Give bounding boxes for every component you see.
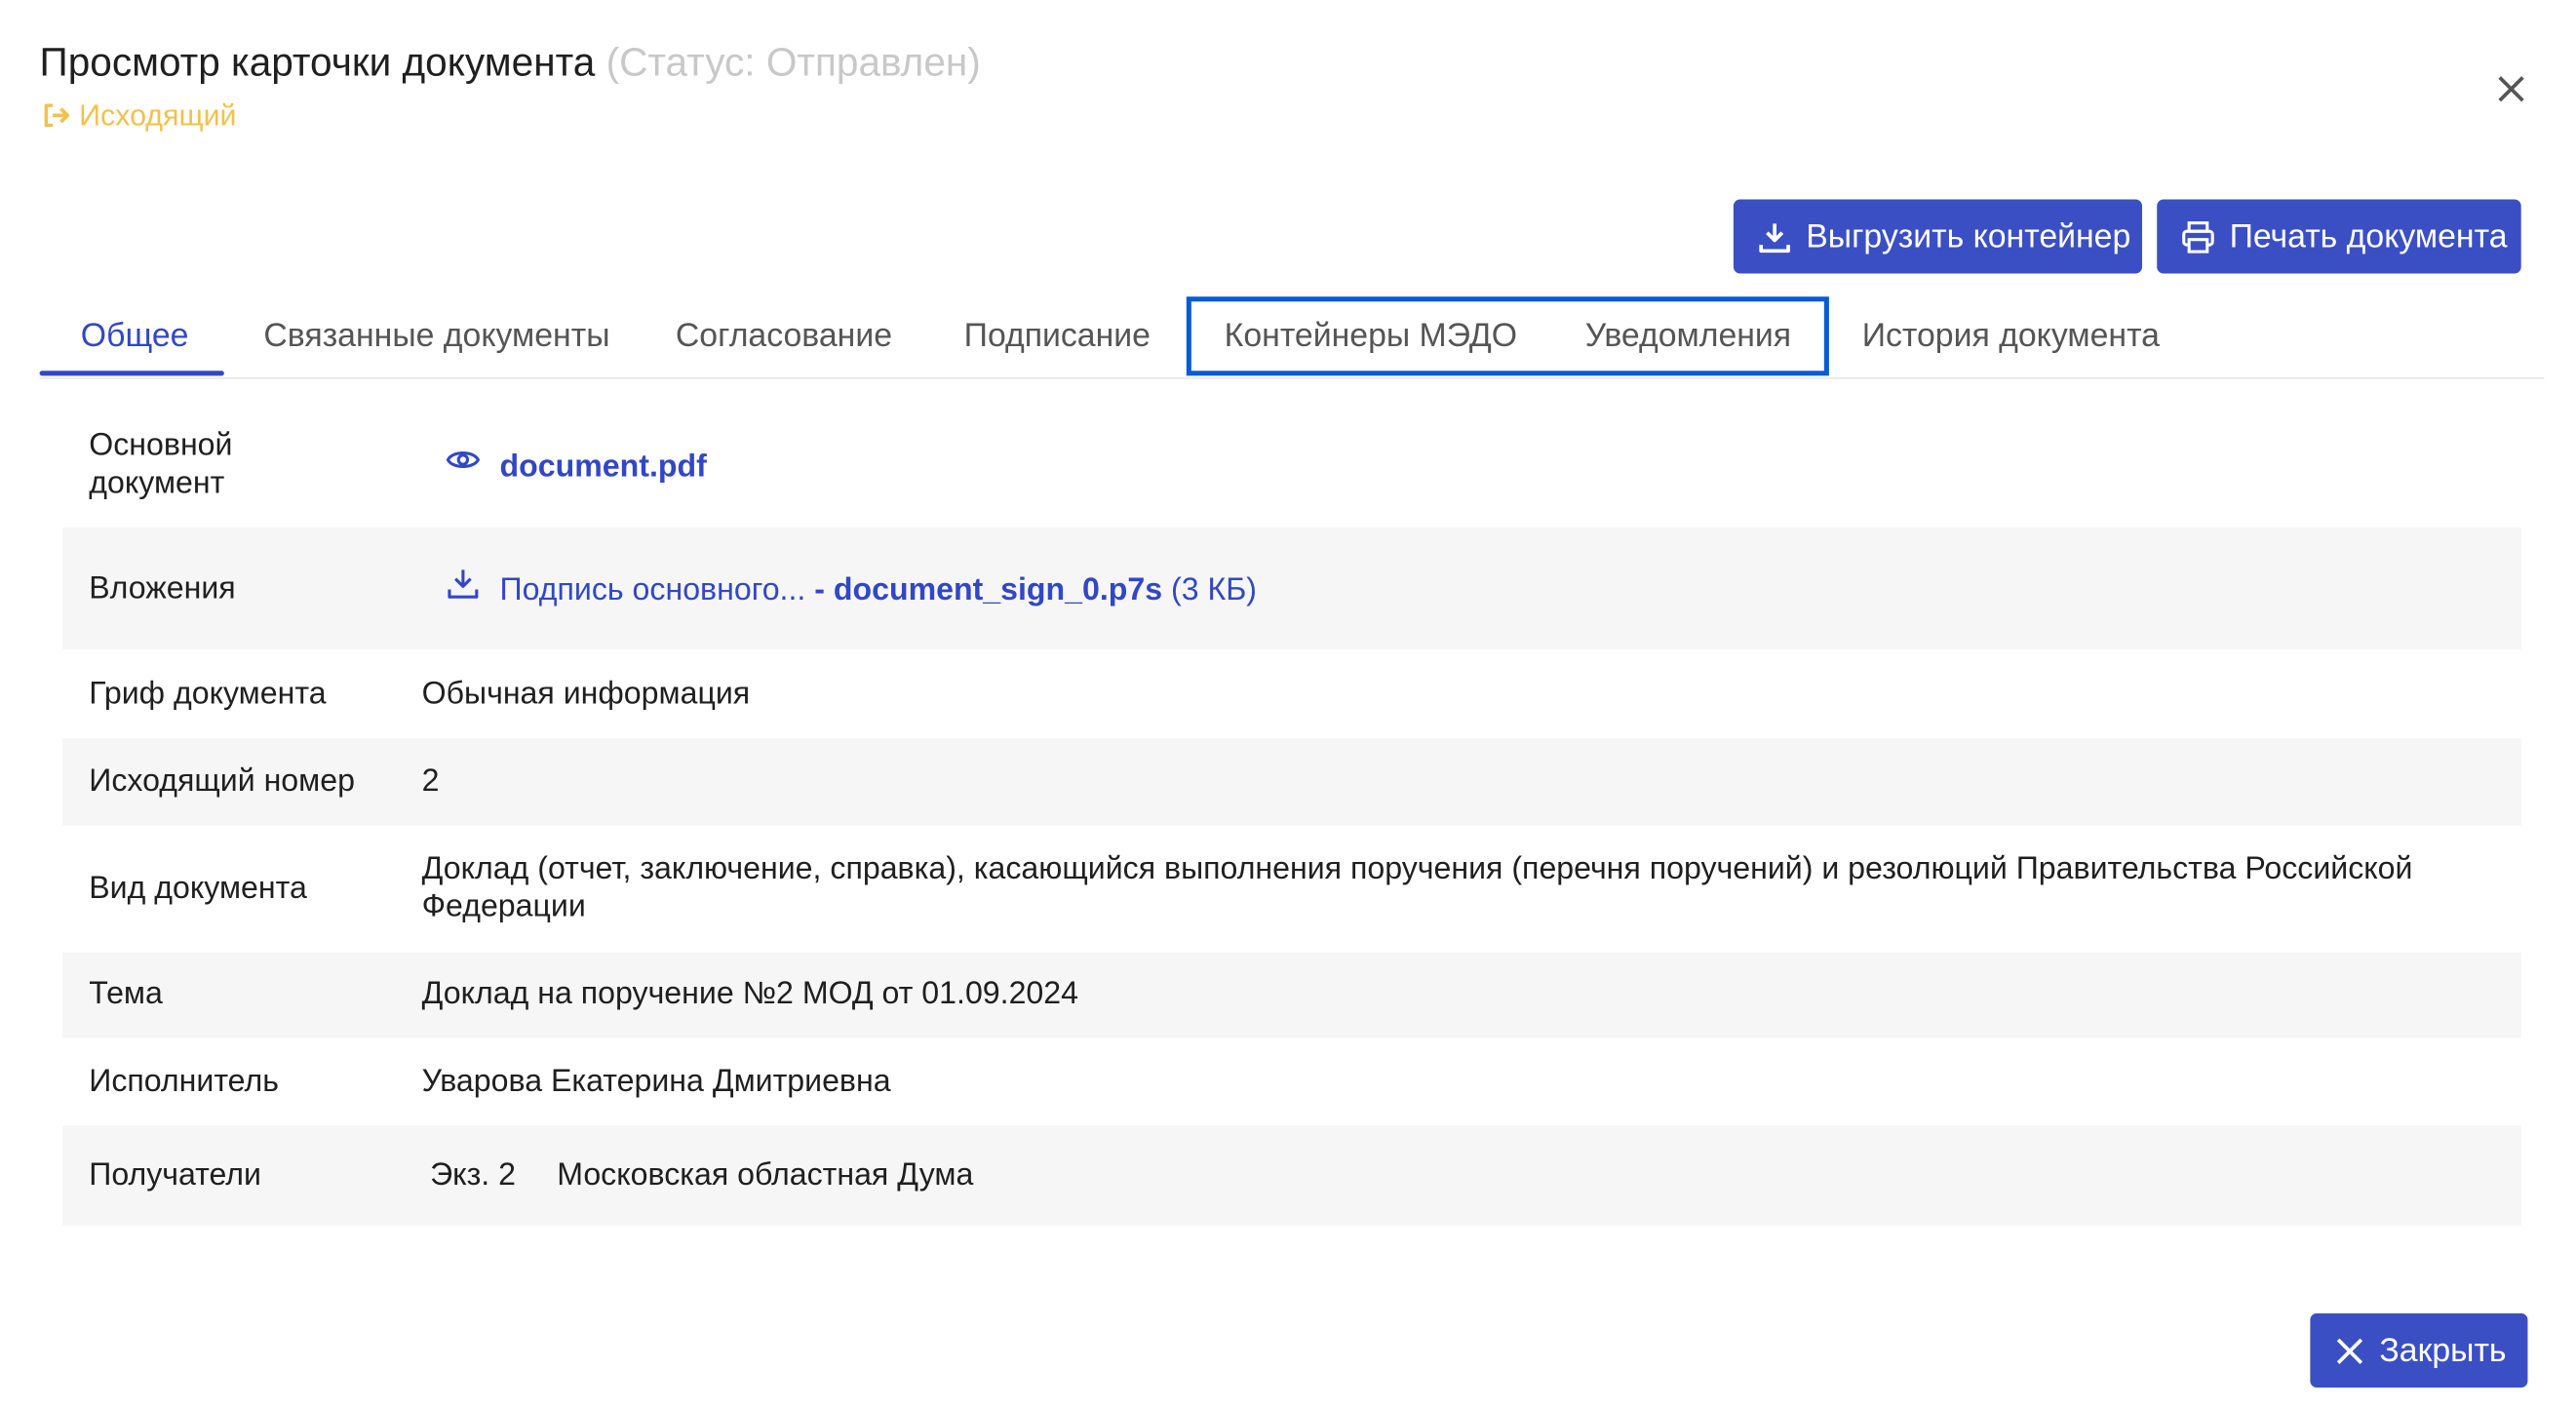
download-icon xyxy=(1757,218,1793,254)
row-executor: Исполнитель Уварова Екатерина Дмитриевна xyxy=(62,1038,2520,1126)
tab-notifications[interactable]: Уведомления xyxy=(1585,306,1791,372)
field-label: Вложения xyxy=(89,571,236,607)
tabs-divider xyxy=(39,377,2545,379)
export-container-label: Выгрузить контейнер xyxy=(1806,217,2131,255)
tab-signing[interactable]: Подписание xyxy=(964,306,1151,372)
tab-medo-containers[interactable]: Контейнеры МЭДО xyxy=(1225,306,1517,372)
field-label: Гриф документа xyxy=(89,677,327,713)
modal-title: Просмотр карточки документа (Статус: Отп… xyxy=(40,38,981,91)
close-icon[interactable] xyxy=(2490,67,2533,110)
attachment-prefix: Подпись основного... xyxy=(499,573,806,608)
executor-value: Уварова Екатерина Дмитриевна xyxy=(421,1064,891,1100)
main-document-filename: document.pdf xyxy=(499,450,707,485)
main-document-link[interactable]: document.pdf xyxy=(445,445,707,490)
document-type-value: Доклад (отчет, заключение, справка), кас… xyxy=(421,851,2413,925)
row-outgoing-number: Исходящий номер 2 xyxy=(62,738,2521,826)
tab-approval[interactable]: Согласование xyxy=(676,306,892,372)
row-subject: Тема Доклад на поручение №2 МОД от 01.09… xyxy=(62,952,2521,1038)
field-label: Исходящий номер xyxy=(89,764,355,800)
close-button-label: Закрыть xyxy=(2379,1332,2507,1369)
print-document-button[interactable]: Печать документа xyxy=(2157,199,2521,274)
field-label: Вид документа xyxy=(89,872,307,907)
row-classification: Гриф документа Обычная информация xyxy=(62,649,2520,738)
printer-icon xyxy=(2180,218,2216,254)
field-label: Получатели xyxy=(89,1158,261,1194)
recipient-name: Московская областная Дума xyxy=(557,1158,974,1194)
classification-value: Обычная информация xyxy=(421,677,751,713)
attachment-filename: - document_sign_0.p7s xyxy=(814,573,1163,608)
subject-value: Доклад на поручение №2 МОД от 01.09.2024 xyxy=(421,977,1079,1012)
field-label: Основной документ xyxy=(89,428,233,501)
modal-title-text: Просмотр карточки документа xyxy=(39,41,596,86)
export-container-button[interactable]: Выгрузить контейнер xyxy=(1733,199,2142,274)
close-button[interactable]: Закрыть xyxy=(2310,1312,2528,1388)
document-card-modal: Просмотр карточки документа (Статус: Отп… xyxy=(0,0,2570,1409)
field-label: Тема xyxy=(89,977,163,1012)
row-document-type: Вид документа Доклад (отчет, заключение,… xyxy=(62,826,2520,953)
close-icon xyxy=(2333,1334,2366,1367)
tab-general[interactable]: Общее xyxy=(81,306,189,372)
direction-indicator: Исходящий xyxy=(40,96,237,136)
active-tab-indicator xyxy=(39,371,224,376)
download-icon xyxy=(445,566,481,611)
sign-out-icon xyxy=(40,98,73,132)
row-attachments: Вложения Подпись основного... - document… xyxy=(62,527,2521,649)
outgoing-number-value: 2 xyxy=(421,764,440,800)
direction-label: Исходящий xyxy=(79,98,237,133)
tab-document-history[interactable]: История документа xyxy=(1862,306,2160,372)
row-recipients: Получатели Экз. 2 Московская областная Д… xyxy=(62,1125,2521,1227)
attachment-link[interactable]: Подпись основного... - document_sign_0.p… xyxy=(445,568,1257,614)
tab-related-documents[interactable]: Связанные документы xyxy=(263,306,609,372)
eye-icon xyxy=(445,442,481,488)
attachment-size: (3 КБ) xyxy=(1171,573,1258,608)
status-text: (Статус: Отправлен) xyxy=(605,41,981,86)
recipient-copy: Экз. 2 xyxy=(430,1158,517,1194)
row-main-document: Основной документ document.pdf xyxy=(62,406,2520,528)
field-label: Исполнитель xyxy=(89,1064,279,1100)
print-document-label: Печать документа xyxy=(2229,217,2508,255)
